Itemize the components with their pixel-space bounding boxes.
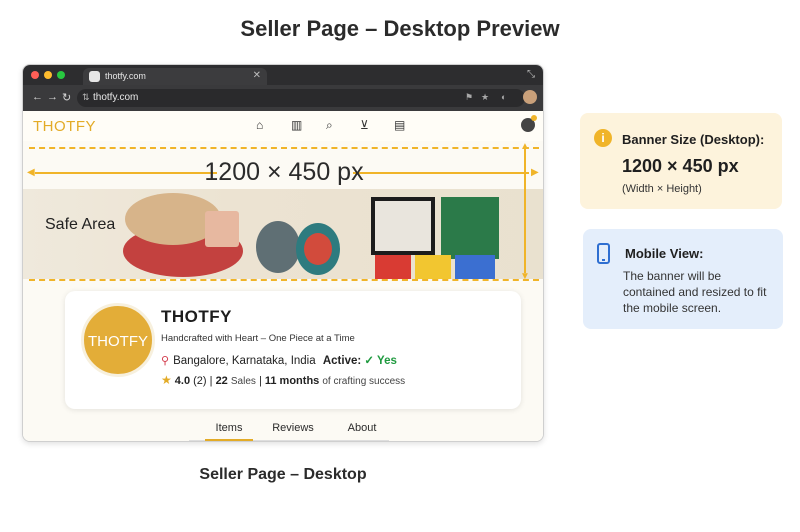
browser-tab[interactable]: thotfy.com ✕ — [83, 68, 267, 85]
tab-about[interactable]: About — [337, 422, 387, 434]
active-tab-underline — [205, 439, 253, 441]
search-icon[interactable]: ⌕ — [326, 118, 333, 133]
store-name: THOTFY — [161, 307, 232, 326]
lock-icon: ⇅ — [82, 92, 90, 102]
location-row: ⚲ Bangalore, Karnataka, India Active: ✓ Y… — [161, 353, 397, 367]
store-tagline: Handcrafted with Heart – One Piece at a … — [161, 333, 355, 344]
crafting-months: 11 months — [264, 375, 320, 387]
banner-top-guide — [29, 147, 539, 149]
separator: | — [258, 375, 262, 387]
stats-row: ★ 4.0 (2) | 22 Sales | 11 months of craft… — [161, 373, 405, 387]
banner-image: Safe Area — [23, 189, 543, 279]
banner-bottom-guide — [29, 279, 539, 281]
site-viewport: THOTFY ⌂ ▥ ⌕ ⊻ ▤ ◀ ▶ 1200 × 450 px Safe … — [23, 111, 543, 441]
browser-window: thotfy.com ✕ ⤡ ← → ↻ ⇅ thotfy.com ⚑ ★ ◐ … — [22, 64, 544, 442]
location-pin-icon: ⚲ — [161, 355, 170, 367]
store-location: Bangalore, Karnataka, India — [173, 355, 316, 367]
banner-size-note: (Width × Height) — [622, 183, 702, 195]
rating-value: 4.0 — [174, 375, 191, 387]
review-count: (2) — [193, 375, 207, 387]
url-field[interactable]: ⇅ thotfy.com ⚑ ★ ◐ ⊙ — [77, 89, 531, 107]
flag-icon[interactable]: ⚑ — [465, 92, 473, 103]
forward-icon[interactable]: → — [47, 91, 58, 103]
close-window-dot[interactable] — [31, 71, 39, 79]
info-icon: i — [594, 129, 612, 147]
minimize-window-dot[interactable] — [44, 71, 52, 79]
banner-dimensions: 1200 × 450 px — [204, 158, 364, 186]
bookmark-star-icon[interactable]: ★ — [481, 92, 489, 103]
mobile-view-info-card: Mobile View: The banner will be containe… — [583, 229, 783, 329]
address-bar: ← → ↻ ⇅ thotfy.com ⚑ ★ ◐ ⊙ — [23, 85, 543, 111]
home-icon[interactable]: ⌂ — [256, 118, 263, 132]
favicon-icon — [89, 71, 100, 82]
notification-badge — [531, 115, 537, 121]
down-arrowhead-icon: ▼ — [520, 271, 530, 282]
active-label: Active: — [322, 355, 362, 367]
book-icon[interactable]: ▥ — [291, 118, 302, 132]
site-header: THOTFY ⌂ ▥ ⌕ ⊻ ▤ — [23, 111, 543, 141]
close-tab-icon[interactable]: ✕ — [253, 70, 261, 81]
orders-icon[interactable]: ▤ — [394, 118, 405, 132]
banner-size-info-card: i Banner Size (Desktop): 1200 × 450 px (… — [580, 113, 782, 209]
tab-items[interactable]: Items — [207, 422, 251, 434]
url-text: thotfy.com — [93, 92, 139, 103]
avatar-text: THOTFY — [88, 333, 148, 350]
browser-tab-bar: thotfy.com ✕ ⤡ — [23, 65, 543, 85]
seller-avatar: THOTFY — [81, 303, 155, 377]
page-caption: Seller Page – Desktop — [199, 466, 367, 483]
collapse-icon[interactable]: ⤡ — [527, 69, 535, 80]
mobile-view-body: The banner will be contained and resized… — [623, 269, 767, 315]
brand-logo[interactable]: THOTFY — [33, 118, 96, 135]
mobile-view-title: Mobile View: — [625, 246, 704, 261]
banner-size-value: 1200 × 450 px — [622, 156, 739, 176]
up-arrowhead-icon: ▲ — [520, 141, 530, 152]
back-icon[interactable]: ← — [32, 91, 43, 103]
maximize-window-dot[interactable] — [57, 71, 65, 79]
seller-profile-card: THOTFY THOTFY Handcrafted with Heart – O… — [65, 291, 521, 409]
extension-icon[interactable]: ◐ — [501, 92, 506, 102]
banner-size-title: Banner Size (Desktop): — [622, 132, 765, 147]
browser-tab-title: thotfy.com — [105, 71, 146, 81]
star-icon: ★ — [161, 373, 172, 387]
tab-reviews[interactable]: Reviews — [263, 422, 323, 434]
crafting-suffix: of crafting success — [322, 376, 406, 387]
sales-count: 22 — [215, 375, 228, 387]
active-status: ✓ Yes — [364, 355, 397, 367]
page-title: Seller Page – Desktop Preview — [240, 16, 560, 41]
cart-icon[interactable]: ⊻ — [360, 118, 369, 132]
separator: | — [209, 375, 213, 387]
banner-artwork — [123, 193, 499, 279]
profile-avatar-icon[interactable] — [523, 90, 537, 104]
sales-label: Sales — [230, 376, 256, 387]
profile-tabs: Items Reviews About — [23, 417, 543, 441]
height-arrow — [524, 145, 526, 273]
mobile-phone-icon — [597, 243, 610, 264]
reload-icon[interactable]: ↻ — [62, 91, 71, 104]
